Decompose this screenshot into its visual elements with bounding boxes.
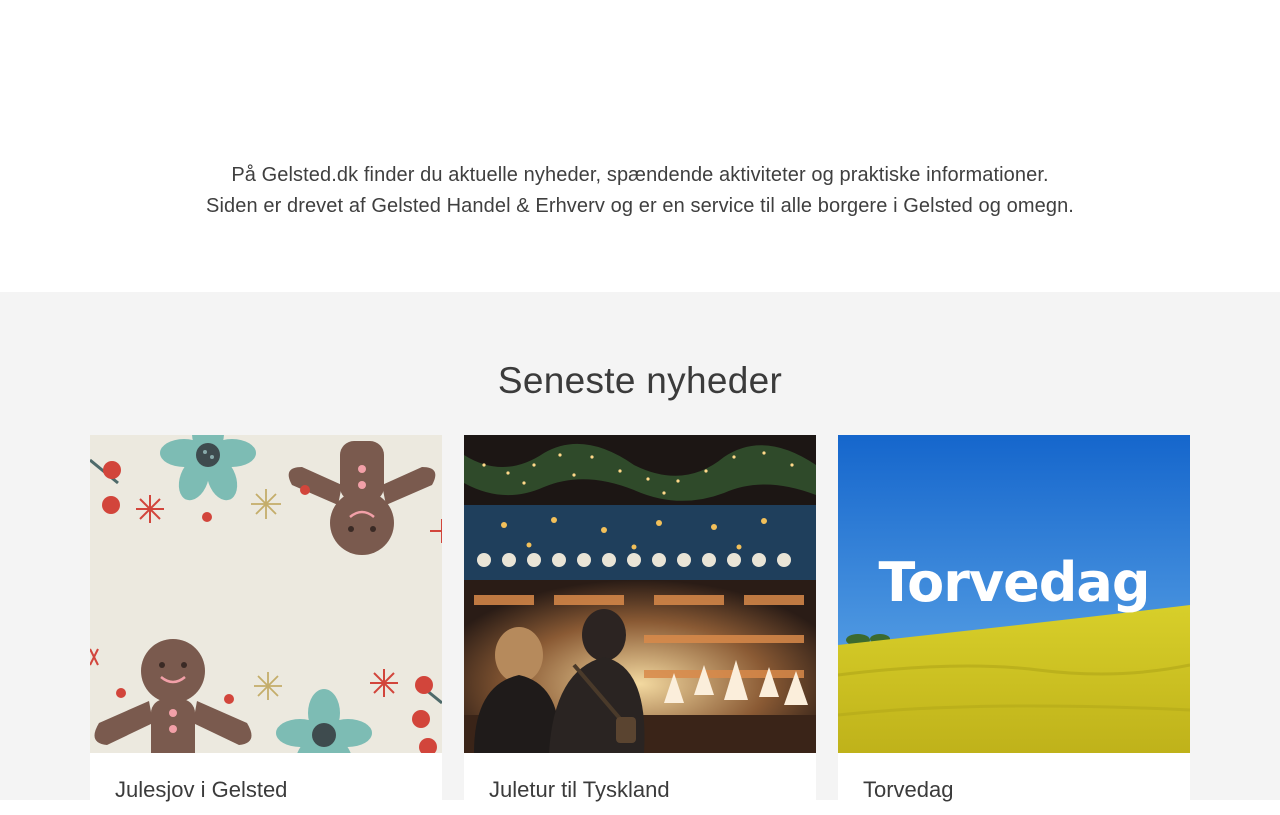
news-card-title[interactable]: Torvedag [863,777,954,803]
section-heading: Seneste nyheder [497,360,783,401]
news-card-title[interactable]: Juletur til Tyskland [489,777,670,803]
latest-news-section: Seneste nyheder Julesjov i Gelsted Julet… [0,292,1280,815]
news-card-torvedag[interactable]: Torvedag Torvedag [838,435,1190,815]
torvedag-image-text: Torvedag [878,551,1151,614]
gingerbread-illustration[interactable] [90,435,442,753]
intro-text: På Gelsted.dk finder du aktuelle nyheder… [0,160,1280,222]
christmas-market-photo[interactable] [464,435,816,753]
intro-section: På Gelsted.dk finder du aktuelle nyheder… [0,0,1280,292]
news-card-title[interactable]: Julesjov i Gelsted [115,777,287,803]
news-card-julesjov[interactable]: Julesjov i Gelsted [90,435,442,815]
intro-line-1: På Gelsted.dk finder du aktuelle nyheder… [231,164,1049,186]
news-card-juletur[interactable]: Juletur til Tyskland [464,435,816,815]
rapeseed-field-photo[interactable]: Torvedag [838,435,1190,753]
intro-line-2: Siden er drevet af Gelsted Handel & Erhv… [206,195,1074,217]
